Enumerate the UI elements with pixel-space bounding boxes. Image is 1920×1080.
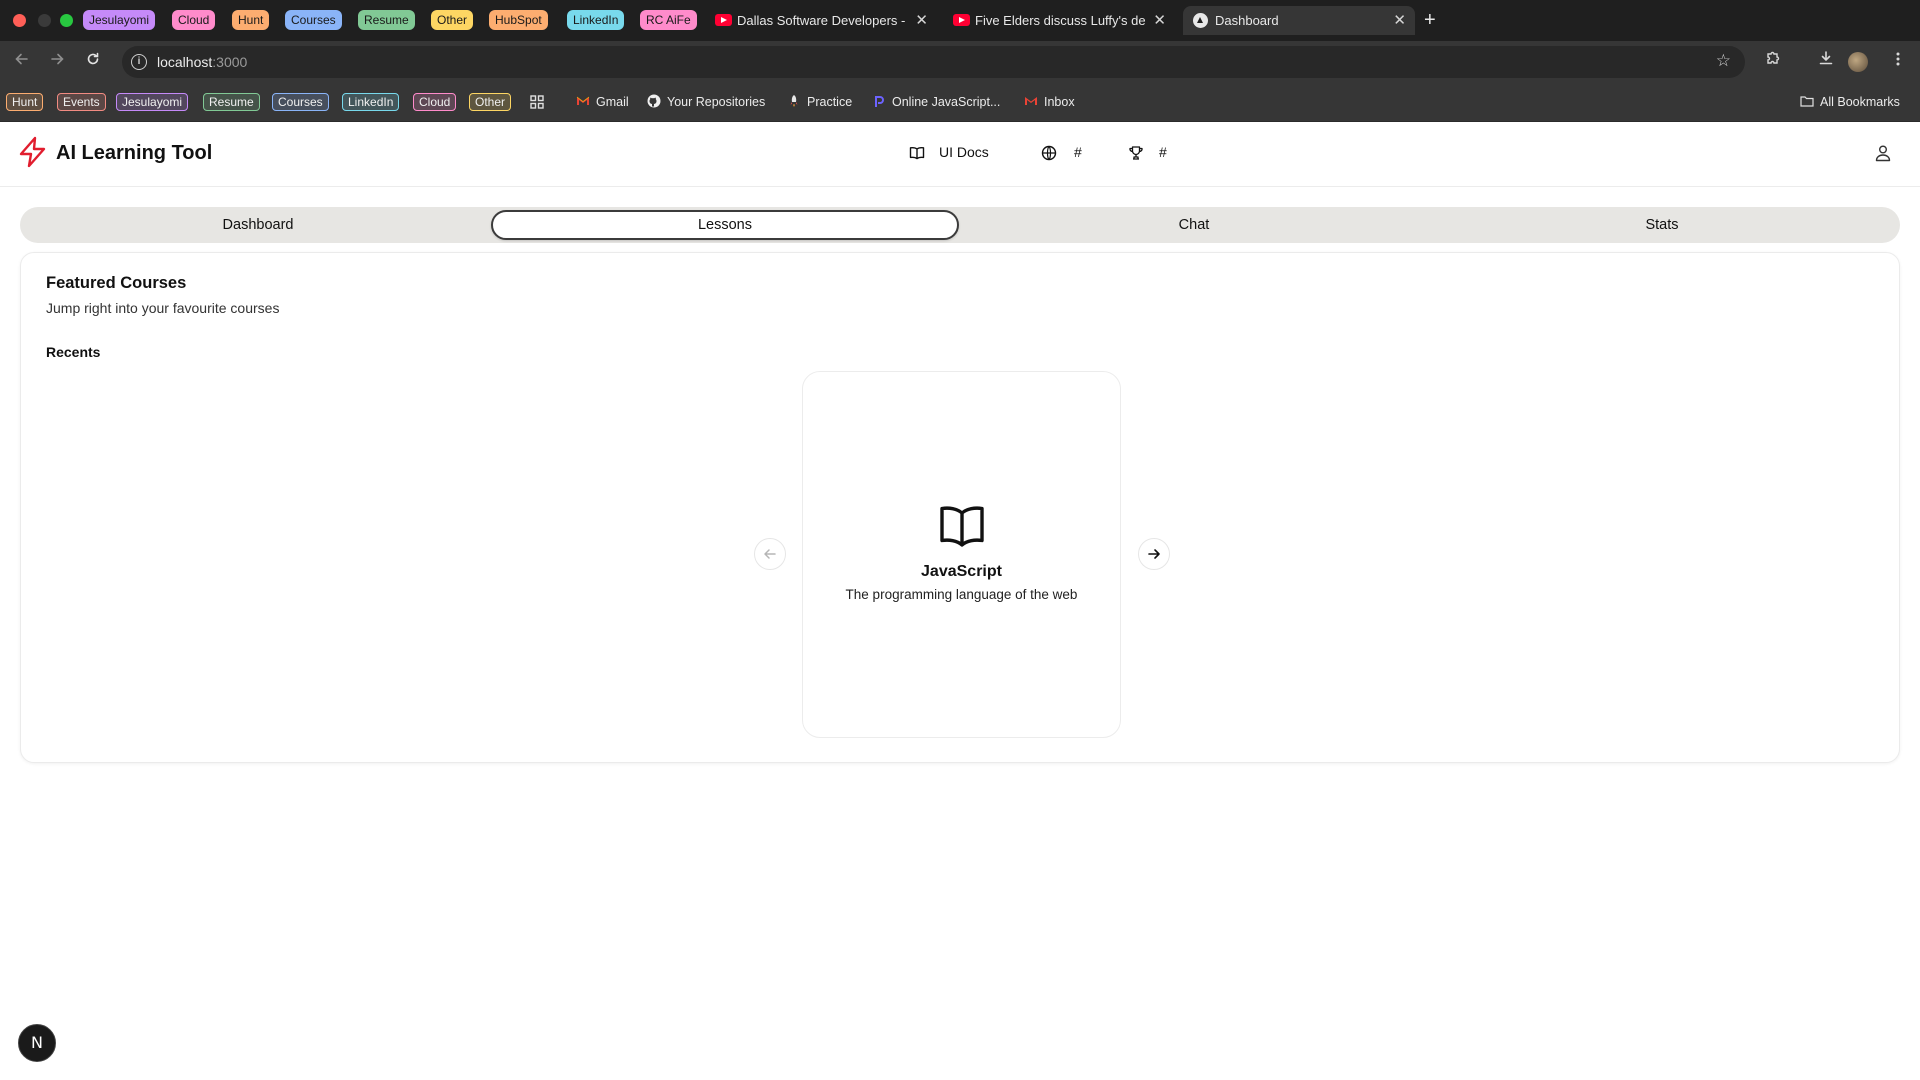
bookmark-folder-courses[interactable]: Courses — [272, 93, 329, 111]
youtube-icon — [715, 14, 732, 26]
tab-group-rc-aife[interactable]: RC AiFe — [640, 10, 697, 30]
card-description: Jump right into your favourite courses — [46, 300, 280, 316]
browser-tab-dashboard[interactable]: Dashboard ✕ — [1183, 6, 1415, 35]
tab-group-courses[interactable]: Courses — [285, 10, 342, 30]
profile-avatar[interactable] — [1848, 52, 1868, 72]
url-text[interactable]: localhost:3000 — [157, 46, 247, 78]
downloads-icon[interactable] — [1813, 49, 1839, 75]
bookmark-your-repositories[interactable]: Your Repositories — [647, 93, 765, 111]
tab-title: Five Elders discuss Luffy's de — [975, 13, 1146, 28]
tab-group-linkedin[interactable]: LinkedIn — [567, 10, 625, 30]
more-menu-icon[interactable] — [1885, 49, 1911, 75]
window-zoom-button[interactable] — [60, 14, 73, 27]
browser-tab-dallas-software-developers[interactable]: Dallas Software Developers - ✕ — [705, 6, 937, 35]
nextjs-dev-indicator[interactable]: N — [18, 1024, 56, 1062]
vercel-icon — [1193, 13, 1208, 28]
bookmark-folder-events[interactable]: Events — [57, 93, 106, 111]
arrow-left-icon — [764, 549, 776, 559]
carousel-previous-button[interactable] — [754, 538, 786, 570]
forward-arrow-icon[interactable] — [45, 50, 69, 74]
bookmark-star-icon[interactable]: ☆ — [1716, 51, 1731, 71]
programiz-icon — [875, 96, 884, 107]
bookmark-folder-hunt[interactable]: Hunt — [6, 93, 44, 111]
tab-lessons[interactable]: Lessons — [491, 210, 959, 240]
featured-courses-card: Featured Courses Jump right into your fa… — [20, 252, 1900, 763]
book-open-icon — [940, 506, 984, 547]
window-minimize-button[interactable] — [38, 14, 51, 27]
gmail-icon — [1025, 97, 1037, 105]
rocket-icon — [790, 95, 798, 107]
tab-title: Dallas Software Developers - — [737, 13, 906, 28]
course-description: The programming language of the web — [845, 587, 1078, 602]
youtube-icon — [953, 14, 970, 26]
browser-toolbar: i localhost:3000 ☆ — [0, 41, 1920, 82]
tab-dashboard[interactable]: Dashboard — [24, 210, 492, 240]
tab-group-cloud[interactable]: Cloud — [172, 10, 216, 30]
bookmark-label: Online JavaScript... — [892, 95, 1001, 109]
tab-chat[interactable]: Chat — [960, 210, 1428, 240]
bookmark-online-javascript[interactable]: Online JavaScript... — [872, 93, 1000, 111]
course-card-javascript[interactable]: JavaScript The programming language of t… — [802, 371, 1121, 738]
card-title: Featured Courses — [46, 274, 187, 292]
url-port: :3000 — [212, 54, 248, 70]
bookmark-label: Inbox — [1044, 95, 1075, 109]
bookmark-label: Your Repositories — [667, 95, 766, 109]
header-link-label: # — [1159, 144, 1167, 160]
bookmarks-bar: Hunt Events Jesulayomi Resume Courses Li… — [0, 82, 1920, 122]
bookmark-gmail[interactable]: Gmail — [576, 93, 629, 111]
tab-close-icon[interactable]: ✕ — [915, 6, 928, 35]
all-bookmarks-button[interactable]: All Bookmarks — [1800, 93, 1900, 111]
globe-icon — [1041, 145, 1057, 161]
brand-name[interactable]: AI Learning Tool — [56, 142, 212, 165]
all-bookmarks-label: All Bookmarks — [1820, 95, 1900, 109]
browser-tab-five-elders[interactable]: Five Elders discuss Luffy's de ✕ — [943, 6, 1175, 35]
new-tab-button[interactable]: + — [1424, 8, 1436, 32]
book-open-icon — [909, 146, 925, 160]
tab-group-jesulayomi[interactable]: Jesulayomi — [83, 10, 156, 30]
bookmark-practice[interactable]: Practice — [787, 93, 852, 111]
header-link-label: # — [1074, 144, 1082, 160]
site-info-icon[interactable]: i — [131, 54, 147, 70]
tab-group-other[interactable]: Other — [431, 10, 474, 30]
bookmark-inbox[interactable]: Inbox — [1024, 93, 1075, 111]
bookmark-label: Gmail — [596, 95, 629, 109]
bookmark-folder-other[interactable]: Other — [469, 93, 512, 111]
tab-group-hunt[interactable]: Hunt — [232, 10, 270, 30]
reload-icon[interactable] — [81, 50, 105, 74]
bookmark-label: Practice — [807, 95, 853, 109]
arrow-right-icon — [1148, 549, 1160, 559]
url-host: localhost — [157, 54, 213, 70]
apps-grid-icon[interactable] — [530, 93, 544, 111]
back-arrow-icon[interactable] — [10, 50, 34, 74]
bookmark-folder-jesulayomi[interactable]: Jesulayomi — [116, 93, 189, 111]
tab-group-resume[interactable]: Resume — [358, 10, 415, 30]
window-close-button[interactable] — [13, 14, 26, 27]
tab-stats[interactable]: Stats — [1428, 210, 1896, 240]
tab-group-hubspot[interactable]: HubSpot — [489, 10, 548, 30]
browser-tab-strip: Jesulayomi Cloud Hunt Courses Resume Oth… — [0, 0, 1920, 41]
recents-heading: Recents — [46, 344, 101, 360]
bookmark-folder-cloud[interactable]: Cloud — [413, 93, 457, 111]
bookmark-folder-resume[interactable]: Resume — [203, 93, 260, 111]
user-profile-icon[interactable] — [1874, 144, 1892, 162]
lightning-bolt-logo-icon[interactable] — [18, 136, 48, 168]
tab-title: Dashboard — [1215, 13, 1279, 28]
extensions-puzzle-icon[interactable] — [1760, 49, 1786, 75]
main-tabs: Dashboard Lessons Chat Stats — [20, 207, 1900, 243]
trophy-icon — [1129, 146, 1143, 160]
folder-icon — [1800, 96, 1814, 107]
course-title: JavaScript — [921, 563, 1002, 580]
app-header: AI Learning Tool UI Docs # # — [0, 122, 1920, 187]
github-icon — [647, 94, 661, 108]
gmail-icon — [576, 96, 590, 105]
header-link-label: UI Docs — [939, 144, 989, 160]
address-bar[interactable]: i localhost:3000 ☆ — [122, 46, 1745, 78]
tab-close-icon[interactable]: ✕ — [1393, 6, 1406, 35]
tab-close-icon[interactable]: ✕ — [1153, 6, 1166, 35]
bookmark-folder-linkedin[interactable]: LinkedIn — [342, 93, 400, 111]
carousel-next-button[interactable] — [1138, 538, 1170, 570]
